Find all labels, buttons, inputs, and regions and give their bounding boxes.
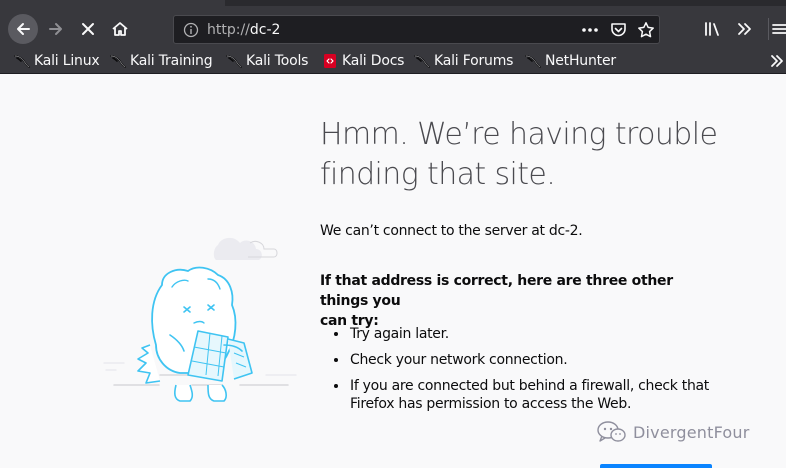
url-text[interactable]: http://dc-2 bbox=[207, 21, 280, 39]
error-title-line1: Hmm. We’re having trouble bbox=[320, 117, 718, 152]
tip-line1: Try again later. bbox=[350, 326, 449, 342]
kali-dragon-icon bbox=[525, 55, 541, 68]
error-title: Hmm. We’re having trouble finding that s… bbox=[320, 115, 760, 195]
url-host: dc-2 bbox=[249, 22, 281, 38]
tip-line1: Check your network connection. bbox=[350, 352, 568, 368]
kali-dragon-icon bbox=[110, 55, 126, 68]
home-icon bbox=[112, 22, 128, 36]
bookmark-kali-docs[interactable]: Kali Docs bbox=[322, 51, 404, 71]
ellipsis-icon bbox=[582, 28, 598, 32]
toolbar-separator bbox=[768, 18, 769, 40]
bookmark-kali-forums[interactable]: Kali Forums bbox=[414, 51, 513, 71]
bookmark-label: Kali Tools bbox=[246, 53, 309, 69]
stop-button[interactable] bbox=[74, 14, 102, 44]
library-button[interactable] bbox=[700, 14, 726, 44]
menu-button[interactable] bbox=[772, 14, 786, 44]
list-item: If you are connected but behind a firewa… bbox=[330, 377, 730, 413]
error-page: Hmm. We’re having trouble finding that s… bbox=[0, 75, 786, 468]
stop-x-icon bbox=[82, 23, 94, 35]
site-info-button[interactable] bbox=[182, 21, 200, 39]
forward-arrow-icon bbox=[49, 23, 62, 35]
suggestion-list: Try again later. Check your network conn… bbox=[330, 325, 730, 421]
hamburger-icon bbox=[772, 24, 786, 34]
kali-dragon-icon bbox=[414, 55, 430, 68]
bookmark-label: Kali Forums bbox=[434, 53, 514, 69]
double-chevron-icon bbox=[771, 55, 783, 67]
page-actions-button[interactable] bbox=[580, 21, 600, 39]
bookmark-label: Kali Linux bbox=[34, 53, 100, 69]
url-scheme: http:// bbox=[207, 22, 250, 38]
pocket-button[interactable] bbox=[608, 21, 628, 39]
tab-strip bbox=[225, 0, 786, 6]
pocket-icon bbox=[610, 23, 626, 37]
home-button[interactable] bbox=[106, 14, 134, 44]
star-icon bbox=[638, 22, 654, 38]
bookmarks-toolbar: Kali Linux Kali Training Kali Tools Kali… bbox=[0, 48, 786, 74]
info-icon bbox=[183, 22, 199, 38]
bookmark-star-button[interactable] bbox=[636, 21, 656, 39]
library-icon bbox=[705, 22, 719, 36]
bookmark-label: NetHunter bbox=[545, 53, 616, 69]
bookmark-nethunter[interactable]: NetHunter bbox=[525, 51, 616, 71]
kali-dragon-icon bbox=[14, 55, 30, 68]
back-button[interactable] bbox=[8, 14, 38, 44]
kali-docs-icon bbox=[324, 54, 336, 68]
bookmark-label: Kali Docs bbox=[342, 53, 405, 69]
watermark: DivergentFour bbox=[597, 421, 750, 443]
back-arrow-icon bbox=[17, 23, 30, 35]
tip-line1: If you are connected but behind a firewa… bbox=[350, 378, 709, 394]
suggestion-heading-line1: If that address is correct, here are thr… bbox=[320, 273, 673, 309]
bookmark-kali-tools[interactable]: Kali Tools bbox=[226, 51, 308, 71]
kali-dragon-icon bbox=[226, 55, 242, 68]
nav-toolbar: http://dc-2 bbox=[0, 0, 786, 48]
wechat-icon bbox=[597, 421, 626, 442]
bookmark-kali-training[interactable]: Kali Training bbox=[110, 51, 213, 71]
list-item: Check your network connection. bbox=[330, 351, 730, 369]
forward-button[interactable] bbox=[42, 14, 70, 44]
bookmark-kali-linux[interactable]: Kali Linux bbox=[14, 51, 100, 71]
error-title-line2: finding that site. bbox=[320, 157, 556, 192]
overflow-button[interactable] bbox=[732, 14, 758, 44]
tip-line2: Firefox has permission to access the Web… bbox=[350, 396, 632, 412]
try-again-button[interactable] bbox=[600, 464, 712, 468]
double-chevron-icon bbox=[738, 23, 751, 35]
bookmarks-overflow-button[interactable] bbox=[770, 52, 786, 70]
bookmark-label: Kali Training bbox=[130, 53, 213, 69]
list-item: Try again later. bbox=[330, 325, 730, 343]
watermark-text: DivergentFour bbox=[633, 422, 750, 442]
error-description: We can’t connect to the server at dc-2. bbox=[320, 223, 583, 239]
confused-dinosaur-illustration bbox=[103, 237, 297, 402]
suggestion-heading: If that address is correct, here are thr… bbox=[320, 271, 720, 331]
url-bar[interactable]: http://dc-2 bbox=[173, 15, 660, 44]
